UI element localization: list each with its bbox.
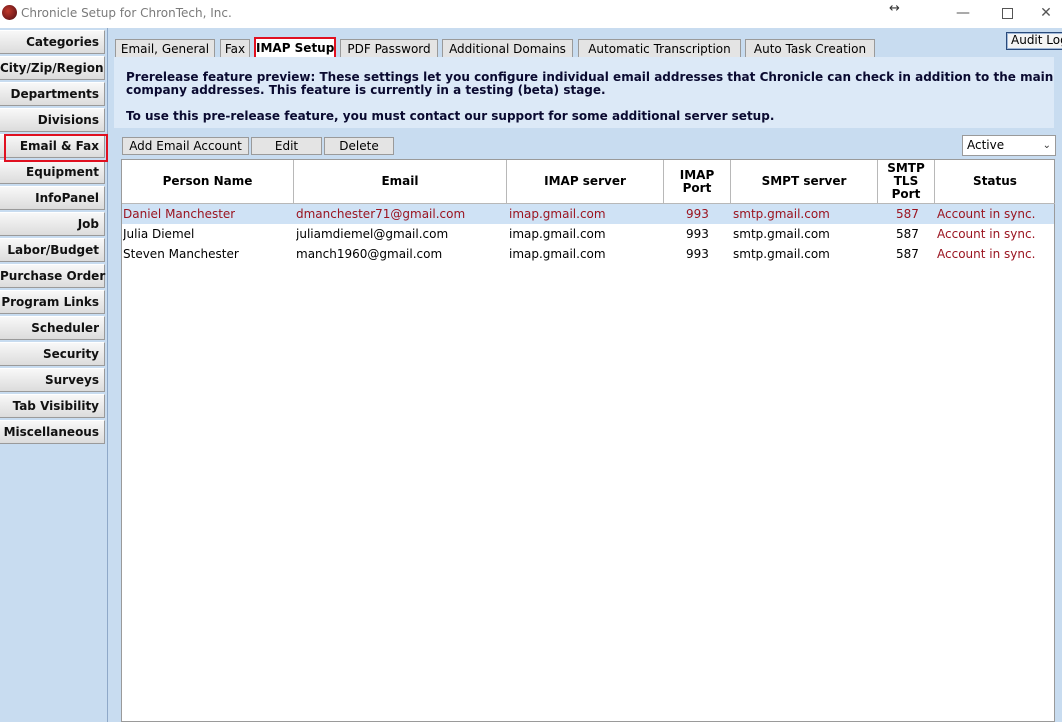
close-icon: ✕ — [1040, 5, 1052, 21]
cell-person-name: Steven Manchester — [123, 247, 239, 261]
column-header-imap-server[interactable]: IMAP server — [507, 160, 664, 204]
close-button[interactable]: ✕ — [1030, 0, 1062, 28]
status-filter-value: Active — [967, 138, 1005, 152]
cell-person-name: Julia Diemel — [123, 227, 195, 241]
sidebar-item-scheduler[interactable]: Scheduler — [0, 316, 105, 340]
table-row[interactable]: Steven Manchester manch1960@gmail.com im… — [122, 244, 1054, 264]
audit-log-button[interactable]: Audit Log — [1006, 32, 1062, 50]
cell-imap-port: 993 — [686, 227, 709, 241]
sidebar-item-security[interactable]: Security — [0, 342, 105, 366]
cell-smtp-server: smtp.gmail.com — [733, 247, 830, 261]
table-row[interactable]: Daniel Manchester dmanchester71@gmail.co… — [122, 204, 1054, 224]
sidebar-item-infopanel[interactable]: InfoPanel — [0, 186, 105, 210]
app-icon — [2, 5, 17, 20]
add-email-account-button[interactable]: Add Email Account — [122, 137, 249, 155]
resize-icon: ↔ — [889, 1, 900, 16]
cell-imap-server: imap.gmail.com — [509, 207, 606, 221]
column-header-person-name[interactable]: Person Name — [122, 160, 294, 204]
minimize-icon: — — [956, 5, 970, 21]
sidebar-item-labor-budget[interactable]: Labor/Budget — [0, 238, 105, 262]
sidebar-item-tab-visibility[interactable]: Tab Visibility — [0, 394, 105, 418]
cell-status: Account in sync. — [937, 227, 1036, 241]
chevron-down-icon: ⌄ — [1042, 140, 1051, 151]
delete-button[interactable]: Delete — [324, 137, 394, 155]
cell-imap-port: 993 — [686, 207, 709, 221]
selected-item-highlight — [4, 134, 108, 162]
cell-smtp-port: 587 — [896, 247, 919, 261]
tab-auto-task-creation[interactable]: Auto Task Creation — [745, 39, 875, 58]
notice-line-3: To use this pre-release feature, you mus… — [126, 109, 775, 123]
column-header-smtp-port[interactable]: SMTP TLS Port — [878, 160, 935, 204]
tab-fax[interactable]: Fax — [220, 39, 250, 58]
tab-email-general[interactable]: Email, General — [115, 39, 215, 58]
cell-smtp-port: 587 — [896, 207, 919, 221]
sidebar: Categories City/Zip/Region Departments D… — [0, 28, 108, 722]
minimize-button[interactable]: — — [940, 0, 986, 28]
cell-smtp-port: 587 — [896, 227, 919, 241]
status-filter-select[interactable]: Active ⌄ — [962, 135, 1056, 156]
cell-person-name: Daniel Manchester — [123, 207, 236, 221]
sidebar-item-program-links[interactable]: Program Links — [0, 290, 105, 314]
sidebar-item-departments[interactable]: Departments — [0, 82, 105, 106]
cell-imap-server: imap.gmail.com — [509, 227, 606, 241]
sidebar-item-surveys[interactable]: Surveys — [0, 368, 105, 392]
sidebar-item-purchase-order[interactable]: Purchase Order — [0, 264, 105, 288]
tab-additional-domains[interactable]: Additional Domains — [442, 39, 573, 58]
cell-email: dmanchester71@gmail.com — [296, 207, 466, 221]
maximize-button[interactable] — [984, 0, 1030, 28]
column-header-email[interactable]: Email — [294, 160, 507, 204]
cell-email: juliamdiemel@gmail.com — [296, 227, 449, 241]
tab-imap-setup[interactable]: IMAP Setup — [254, 37, 336, 59]
cell-email: manch1960@gmail.com — [296, 247, 443, 261]
cell-smtp-server: smtp.gmail.com — [733, 227, 830, 241]
tab-pdf-password[interactable]: PDF Password — [340, 39, 438, 58]
column-header-smtp-server[interactable]: SMPT server — [731, 160, 878, 204]
cell-imap-server: imap.gmail.com — [509, 247, 606, 261]
sidebar-item-equipment[interactable]: Equipment — [0, 160, 105, 184]
main-panel: Audit Log Email, General Fax IMAP Setup … — [108, 28, 1062, 722]
tab-automatic-transcription[interactable]: Automatic Transcription — [578, 39, 741, 58]
notice-line-2: company addresses. This feature is curre… — [126, 83, 606, 97]
cell-smtp-server: smtp.gmail.com — [733, 207, 830, 221]
sidebar-item-miscellaneous[interactable]: Miscellaneous — [0, 420, 105, 444]
column-header-imap-port[interactable]: IMAP Port — [664, 160, 731, 204]
cell-status: Account in sync. — [937, 247, 1036, 261]
edit-button[interactable]: Edit — [251, 137, 322, 155]
email-accounts-table: Person Name Email IMAP server IMAP Port S… — [121, 159, 1055, 722]
cell-status: Account in sync. — [937, 207, 1036, 221]
beta-notice: Prerelease feature preview: These settin… — [114, 57, 1054, 128]
column-header-status[interactable]: Status — [935, 160, 1055, 204]
sidebar-item-divisions[interactable]: Divisions — [0, 108, 105, 132]
window-title: Chronicle Setup for ChronTech, Inc. — [21, 6, 232, 20]
sidebar-item-categories[interactable]: Categories — [0, 30, 105, 54]
table-row[interactable]: Julia Diemel juliamdiemel@gmail.com imap… — [122, 224, 1054, 244]
cell-imap-port: 993 — [686, 247, 709, 261]
sidebar-item-job[interactable]: Job — [0, 212, 105, 236]
title-bar: Chronicle Setup for ChronTech, Inc. ↔ — … — [0, 0, 1062, 28]
maximize-icon — [1001, 7, 1013, 19]
sidebar-item-city-zip-region[interactable]: City/Zip/Region — [0, 56, 105, 80]
